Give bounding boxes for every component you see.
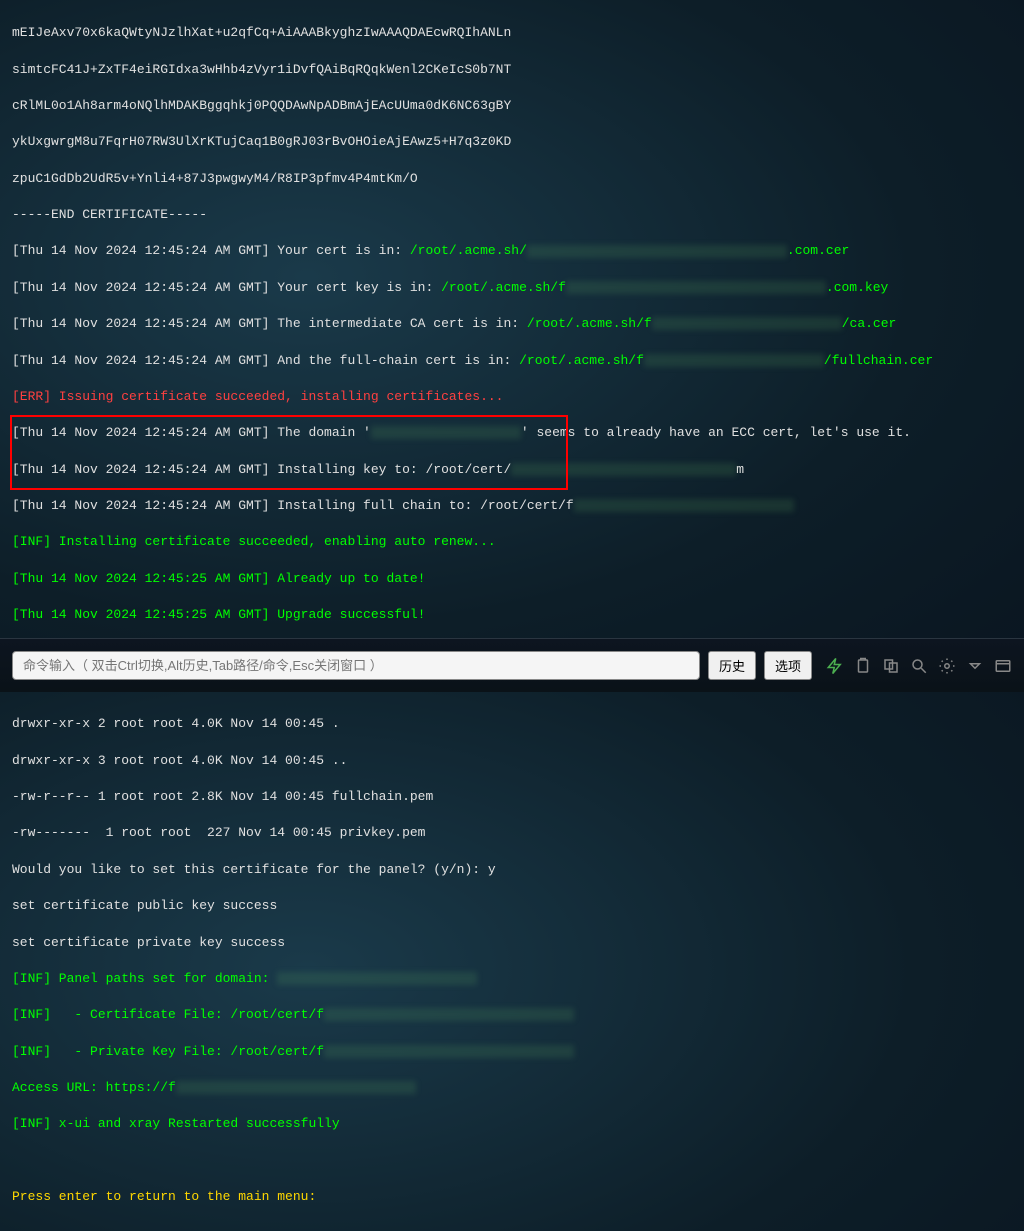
log-line: [Thu 14 Nov 2024 12:45:24 AM GMT] The do… — [12, 424, 1012, 442]
cert-blob-line: cRlML0o1Ah8arm4oNQlhMDAKBggqhkj0PQQDAwNp… — [12, 97, 1012, 115]
info-line: [INF] Panel paths set for domain: — [12, 970, 1012, 988]
search-icon[interactable] — [910, 657, 928, 675]
press-enter-prompt: Press enter to return to the main menu: — [12, 1188, 1012, 1206]
window-icon[interactable] — [994, 657, 1012, 675]
log-line: [Thu 14 Nov 2024 12:45:24 AM GMT] Instal… — [12, 497, 1012, 515]
command-input[interactable] — [12, 651, 700, 680]
history-button[interactable]: 历史 — [708, 651, 756, 680]
settings-icon[interactable] — [938, 657, 956, 675]
toolbar: 历史 选项 — [0, 638, 1024, 692]
error-line: [ERR] Issuing certificate succeeded, ins… — [12, 388, 1012, 406]
info-line: [INF] - Private Key File: /root/cert/f — [12, 1043, 1012, 1061]
bolt-icon[interactable] — [826, 657, 844, 675]
cert-blob-line: ykUxgwrgM8u7FqrH07RW3UlXrKTujCaq1B0gRJ03… — [12, 133, 1012, 151]
log-line: [Thu 14 Nov 2024 12:45:24 AM GMT] Your c… — [12, 242, 1012, 260]
info-line: [INF] Installing certificate succeeded, … — [12, 533, 1012, 551]
log-line: [Thu 14 Nov 2024 12:45:24 AM GMT] Your c… — [12, 279, 1012, 297]
cert-blob-line: -----END CERTIFICATE----- — [12, 206, 1012, 224]
access-url-line: Access URL: https://f — [12, 1079, 1012, 1097]
clipboard-icon[interactable] — [854, 657, 872, 675]
log-line: [Thu 14 Nov 2024 12:45:25 AM GMT] Upgrad… — [12, 606, 1012, 624]
terminal-output: mEIJeAxv70x6kaQWtyNJzlhXat+u2qfCq+AiAAAB… — [0, 0, 1024, 1231]
ls-line: -rw-r--r-- 1 root root 2.8K Nov 14 00:45… — [12, 788, 1012, 806]
prompt-line: Would you like to set this certificate f… — [12, 861, 1012, 879]
toolbar-icons — [826, 657, 1012, 675]
dropdown-icon[interactable] — [966, 657, 984, 675]
cert-blob-line: mEIJeAxv70x6kaQWtyNJzlhXat+u2qfCq+AiAAAB… — [12, 24, 1012, 42]
log-line: [Thu 14 Nov 2024 12:45:25 AM GMT] Alread… — [12, 570, 1012, 588]
ls-line: drwxr-xr-x 2 root root 4.0K Nov 14 00:45… — [12, 715, 1012, 733]
cert-blob-line: simtcFC41J+ZxTF4eiRGIdxa3wHhb4zVyr1iDvfQ… — [12, 61, 1012, 79]
copy-icon[interactable] — [882, 657, 900, 675]
info-line: [INF] x-ui and xray Restarted successful… — [12, 1115, 1012, 1133]
info-line: [INF] - Certificate File: /root/cert/f — [12, 1006, 1012, 1024]
result-line: set certificate private key success — [12, 934, 1012, 952]
ls-line: -rw------- 1 root root 227 Nov 14 00:45 … — [12, 824, 1012, 842]
ls-line: drwxr-xr-x 3 root root 4.0K Nov 14 00:45… — [12, 752, 1012, 770]
cert-blob-line: zpuC1GdDb2UdR5v+Ynli4+87J3pwgwyM4/R8IP3p… — [12, 170, 1012, 188]
result-line: set certificate public key success — [12, 897, 1012, 915]
options-button[interactable]: 选项 — [764, 651, 812, 680]
log-line: [Thu 14 Nov 2024 12:45:24 AM GMT] And th… — [12, 352, 1012, 370]
log-line: [Thu 14 Nov 2024 12:45:24 AM GMT] Instal… — [12, 461, 1012, 479]
log-line: [Thu 14 Nov 2024 12:45:24 AM GMT] The in… — [12, 315, 1012, 333]
